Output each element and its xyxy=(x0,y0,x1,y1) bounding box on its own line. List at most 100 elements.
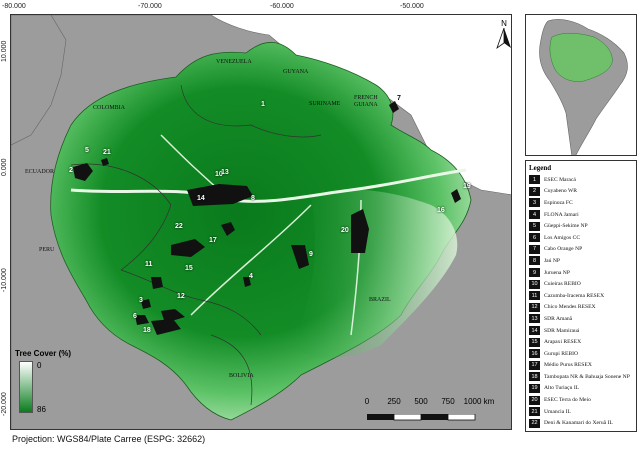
tree-cover-title: Tree Cover (%) xyxy=(15,349,72,358)
lat-tick-4: -20.000 xyxy=(1,392,8,416)
legend-item-label: Juruena NP xyxy=(544,269,570,276)
inset-canvas xyxy=(526,15,636,155)
legend-item: 9 Juruena NP xyxy=(526,267,636,279)
map-number-12: 12 xyxy=(177,293,185,300)
legend-item-label: Güeppi-Sekime NP xyxy=(544,223,588,230)
area-15 xyxy=(151,277,163,289)
legend-item-label: Cazumba-Iracema RESEX xyxy=(544,292,605,299)
legend-item: 21 Umancia IL xyxy=(526,406,636,418)
legend-item-label: Alto Turiaçu IL xyxy=(544,385,580,392)
label-venezuela: VENEZUELA xyxy=(216,59,252,65)
legend-item: 1 ESEC Maracá xyxy=(526,174,636,186)
scale-label-1000: 1000 km xyxy=(463,397,495,406)
label-suriname: SURINAME xyxy=(309,101,341,107)
tree-cover-min: 0 xyxy=(37,361,42,370)
scale-bar: 0 250 500 750 1000 km xyxy=(365,397,494,427)
map-number-6: 6 xyxy=(133,313,137,320)
map-number-17: 17 xyxy=(209,237,217,244)
legend-item-number: 12 xyxy=(529,302,540,312)
legend-item-label: ESEC Terra do Meio xyxy=(544,397,591,404)
legend-item: 7 Cabo Orange NP xyxy=(526,244,636,256)
map-number-1: 1 xyxy=(261,101,265,108)
legend-item-label: Gurupi REBIO xyxy=(544,350,579,357)
legend-item-label: Deni & Kanamari do Xeruã IL xyxy=(544,420,613,427)
north-arrow-icon xyxy=(496,27,511,50)
legend-panel: Legend 1 ESEC Maracá 2 Cuyabeno WR 3 Espinoza… xyxy=(525,160,637,432)
legend-item-number: 13 xyxy=(529,314,540,324)
legend-item-label: Tambopata NR & Bahuaja Sonene NP xyxy=(544,373,630,380)
legend-item-label: Chico Mendes RESEX xyxy=(544,304,596,311)
legend-item: 16 Gurupi REBIO xyxy=(526,348,636,360)
legend-item: 19 Alto Turiaçu IL xyxy=(526,383,636,395)
legend-item-number: 9 xyxy=(529,268,540,278)
legend-title: Legend xyxy=(529,164,552,172)
map-number-3: 3 xyxy=(139,297,143,304)
legend-item: 22 Deni & Kanamari do Xeruã IL xyxy=(526,417,636,429)
label-ecuador: ECUADOR xyxy=(25,169,55,175)
legend-item-number: 4 xyxy=(529,210,540,220)
legend-item-number: 7 xyxy=(529,244,540,254)
lat-tick-1: 10.000 xyxy=(1,40,8,62)
scale-label-250: 250 xyxy=(387,397,401,406)
legend-item-number: 5 xyxy=(529,221,540,231)
legend-item: 13 SDR Amanã xyxy=(526,313,636,325)
map-number-16: 16 xyxy=(437,207,445,214)
map-number-21: 21 xyxy=(103,149,111,156)
legend-item-number: 14 xyxy=(529,326,540,336)
legend-item-label: Espinoza FC xyxy=(544,199,573,206)
map-number-7: 7 xyxy=(397,95,401,102)
legend-item: 10 Cuieiras REBIO xyxy=(526,278,636,290)
legend-item-number: 18 xyxy=(529,372,540,382)
lon-tick-1: -80.000 xyxy=(2,3,26,10)
lat-tick-3: -10.000 xyxy=(1,268,8,292)
label-colombia: COLOMBIA xyxy=(93,105,126,111)
lon-tick-2: -70.000 xyxy=(138,3,162,10)
legend-item-number: 15 xyxy=(529,337,540,347)
lon-tick-3: -60.000 xyxy=(270,3,294,10)
legend-item-number: 10 xyxy=(529,279,540,289)
map-number-18: 18 xyxy=(143,327,151,334)
map-number-11: 11 xyxy=(145,261,153,268)
map-number-22: 22 xyxy=(175,223,183,230)
legend-item-label: Cuieiras REBIO xyxy=(544,281,581,288)
legend-item-label: Los Amigos CC xyxy=(544,234,581,241)
legend-item-number: 17 xyxy=(529,360,540,370)
label-french-guiana: FRENCH GUIANA xyxy=(354,95,378,108)
legend-item-label: Umancia IL xyxy=(544,408,571,415)
map-number-19: 19 xyxy=(463,183,471,190)
legend-item: 12 Chico Mendes RESEX xyxy=(526,302,636,314)
legend-item-number: 21 xyxy=(529,407,540,417)
lon-tick-4: -50.000 xyxy=(400,3,424,10)
label-bolivia: BOLIVIA xyxy=(229,373,254,379)
tree-cover-colorbar xyxy=(19,361,33,413)
legend-item: 18 Tambopata NR & Bahuaja Sonene NP xyxy=(526,371,636,383)
legend-item: 5 Güeppi-Sekime NP xyxy=(526,220,636,232)
legend-item-label: Arapaxi RESEX xyxy=(544,339,582,346)
map-number-14: 14 xyxy=(197,195,205,202)
legend-item-number: 2 xyxy=(529,186,540,196)
legend-item-number: 20 xyxy=(529,395,540,405)
main-map[interactable]: VENEZUELA GUYANA SURINAME FRENCH GUIANA … xyxy=(10,14,512,430)
legend-item-label: Cabo Orange NP xyxy=(544,246,583,253)
map-number-8: 8 xyxy=(251,195,255,202)
map-number-9: 9 xyxy=(309,251,313,258)
legend-item-number: 16 xyxy=(529,349,540,359)
map-number-20: 20 xyxy=(341,227,349,234)
legend-item-label: ESEC Maracá xyxy=(544,176,576,183)
map-number-5: 5 xyxy=(85,147,89,154)
legend-item-number: 8 xyxy=(529,256,540,266)
label-guyana: GUYANA xyxy=(283,69,309,75)
map-canvas xyxy=(11,15,511,429)
scale-label-0: 0 xyxy=(364,397,370,406)
map-number-4: 4 xyxy=(249,273,253,280)
legend-item: 14 SDR Mamirauá xyxy=(526,325,636,337)
scale-label-500: 500 xyxy=(414,397,428,406)
legend-item: 6 Los Amigos CC xyxy=(526,232,636,244)
legend-item: 17 Médio Purus RESEX xyxy=(526,360,636,372)
legend-item-label: Jaú NP xyxy=(544,257,561,264)
map-number-2: 2 xyxy=(69,167,73,174)
tree-cover-max: 86 xyxy=(37,405,46,414)
legend-list: 1 ESEC Maracá 2 Cuyabeno WR 3 Espinoza FC 4 FLO… xyxy=(526,174,636,429)
legend-item-label: Cuyabeno WR xyxy=(544,188,577,195)
legend-item-number: 6 xyxy=(529,233,540,243)
